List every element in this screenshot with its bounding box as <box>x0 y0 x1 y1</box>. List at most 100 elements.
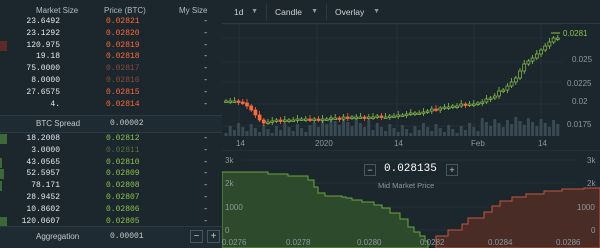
candle-body <box>253 109 258 116</box>
volume-bar <box>426 127 430 136</box>
candle-body <box>534 53 539 59</box>
chart-type-dropdown[interactable]: Candle ▼ <box>266 4 324 20</box>
volume-bar <box>421 123 425 136</box>
last-price-marker: 0.0281 <box>551 29 588 38</box>
bid-row[interactable]: 52.5957 0.02809 - <box>0 168 222 180</box>
volume-bar <box>522 125 526 136</box>
candle-body <box>526 60 531 65</box>
volume-bar <box>384 131 388 136</box>
volume-bar <box>438 128 442 136</box>
ask-row[interactable]: 120.975 0.02819 - <box>0 40 222 52</box>
candle-body <box>530 57 535 62</box>
bid-size: 43.0565 <box>26 157 60 167</box>
bid-row[interactable]: 18.2008 0.02812 - <box>0 133 222 145</box>
interval-dropdown[interactable]: 1d ▼ <box>226 4 264 20</box>
y-tick: 0.0225 <box>567 79 592 88</box>
volume-bar <box>455 133 459 136</box>
overlay-dropdown[interactable]: Overlay ▼ <box>326 4 386 20</box>
bid-size: 18.2008 <box>26 134 60 143</box>
bid-row[interactable]: 3.0000 0.02811 - <box>0 145 222 157</box>
volume-bar <box>308 125 312 136</box>
x-tick: 14 <box>236 139 245 148</box>
bid-row[interactable]: 28.9452 0.02807 - <box>0 192 222 204</box>
bid-depth-bar <box>0 169 5 180</box>
spread-row: BTC Spread 0.00002 <box>0 115 222 133</box>
aggregation-increase-button[interactable]: + <box>207 230 220 243</box>
ask-my-size: - <box>203 40 208 50</box>
candle-body <box>266 121 270 124</box>
volume-bar <box>283 123 287 136</box>
bid-my-size: - <box>203 193 208 202</box>
candle-body <box>270 120 275 123</box>
candle-body <box>467 103 472 106</box>
volume-bar <box>434 124 438 136</box>
bid-price: 0.02806 <box>106 204 140 214</box>
volume-bar <box>484 122 488 136</box>
volume-bar <box>493 119 497 136</box>
bid-my-size: - <box>203 157 208 167</box>
volume-bar <box>245 131 249 136</box>
volume-bar <box>526 118 530 136</box>
aggregation-decrease-button[interactable]: − <box>190 230 203 243</box>
chevron-down-icon: ▼ <box>373 8 380 15</box>
candle-body <box>236 100 241 103</box>
mid-zoom-out-button[interactable]: − <box>364 164 376 176</box>
price-header: Price (BTC) <box>104 6 146 15</box>
candle-body <box>240 101 245 104</box>
bid-price: 0.02809 <box>106 169 140 179</box>
volume-bar <box>325 124 329 136</box>
my-size-header: My Size <box>179 6 208 15</box>
x-tick: Feb <box>471 139 485 148</box>
candle-body <box>497 90 501 97</box>
volume-bar <box>354 119 358 136</box>
candle-body <box>299 118 304 121</box>
candle-body <box>446 106 451 109</box>
ask-row[interactable]: 23.1292 0.02820 - <box>0 28 222 40</box>
candle-body <box>249 105 254 111</box>
candle-body <box>505 85 510 91</box>
bid-depth-bar <box>0 157 3 168</box>
volume-bar <box>295 124 299 136</box>
bid-row[interactable]: 43.0565 0.02810 - <box>0 157 222 169</box>
candle-body <box>513 77 518 83</box>
bid-price: 0.02807 <box>106 193 140 202</box>
aggregation-value: 0.00001 <box>110 232 144 241</box>
candle-body <box>320 118 325 121</box>
ask-size: 27.6575 <box>26 87 60 97</box>
volume-bar <box>392 128 396 136</box>
ask-row[interactable]: 4. 0.02814 - <box>0 99 222 111</box>
candle-body <box>501 89 506 92</box>
ask-row[interactable]: 23.6492 0.02821 - <box>0 16 222 28</box>
bid-row[interactable]: 10.8602 0.02806 - <box>0 204 222 216</box>
ask-row[interactable]: 75.0000 0.02817 - <box>0 63 222 75</box>
candle-body <box>274 119 279 122</box>
volume-bar <box>468 123 472 136</box>
y-tick: 0.025 <box>572 55 593 64</box>
candle-body <box>455 105 459 108</box>
candle-body <box>308 118 312 121</box>
mid-zoom-in-button[interactable]: + <box>446 164 458 176</box>
volume-bar <box>547 127 551 136</box>
volume-bar <box>400 125 404 136</box>
volume-bar <box>337 125 341 136</box>
bid-depth-bar <box>0 134 7 144</box>
bid-row[interactable]: 78.171 0.02808 - <box>0 180 222 192</box>
candle-body <box>480 101 485 104</box>
candle-body <box>425 110 430 113</box>
price-chart[interactable]: 0.0281 0.025 0.0225 0.02 0.0175 14 2020 … <box>222 24 600 150</box>
volume-bar <box>552 120 556 136</box>
ask-row[interactable]: 27.6575 0.02815 - <box>0 87 222 99</box>
depth-y-tick: 0 <box>225 226 230 235</box>
depth-y-tick-right: 1000 <box>577 203 595 212</box>
candle-body <box>282 119 287 122</box>
volume-bar <box>405 129 409 136</box>
candle-body <box>316 118 321 121</box>
volume-bar <box>291 131 295 136</box>
volume-bar <box>249 124 253 136</box>
mid-price-label: Mid Market Price <box>378 181 435 190</box>
ask-row[interactable]: 8.0000 0.02816 - <box>0 75 222 87</box>
ask-row[interactable]: 19.18 0.02818 - <box>0 51 222 63</box>
volume-bar <box>287 127 291 136</box>
candle-body <box>438 107 443 111</box>
bid-depth-bar <box>0 181 3 192</box>
